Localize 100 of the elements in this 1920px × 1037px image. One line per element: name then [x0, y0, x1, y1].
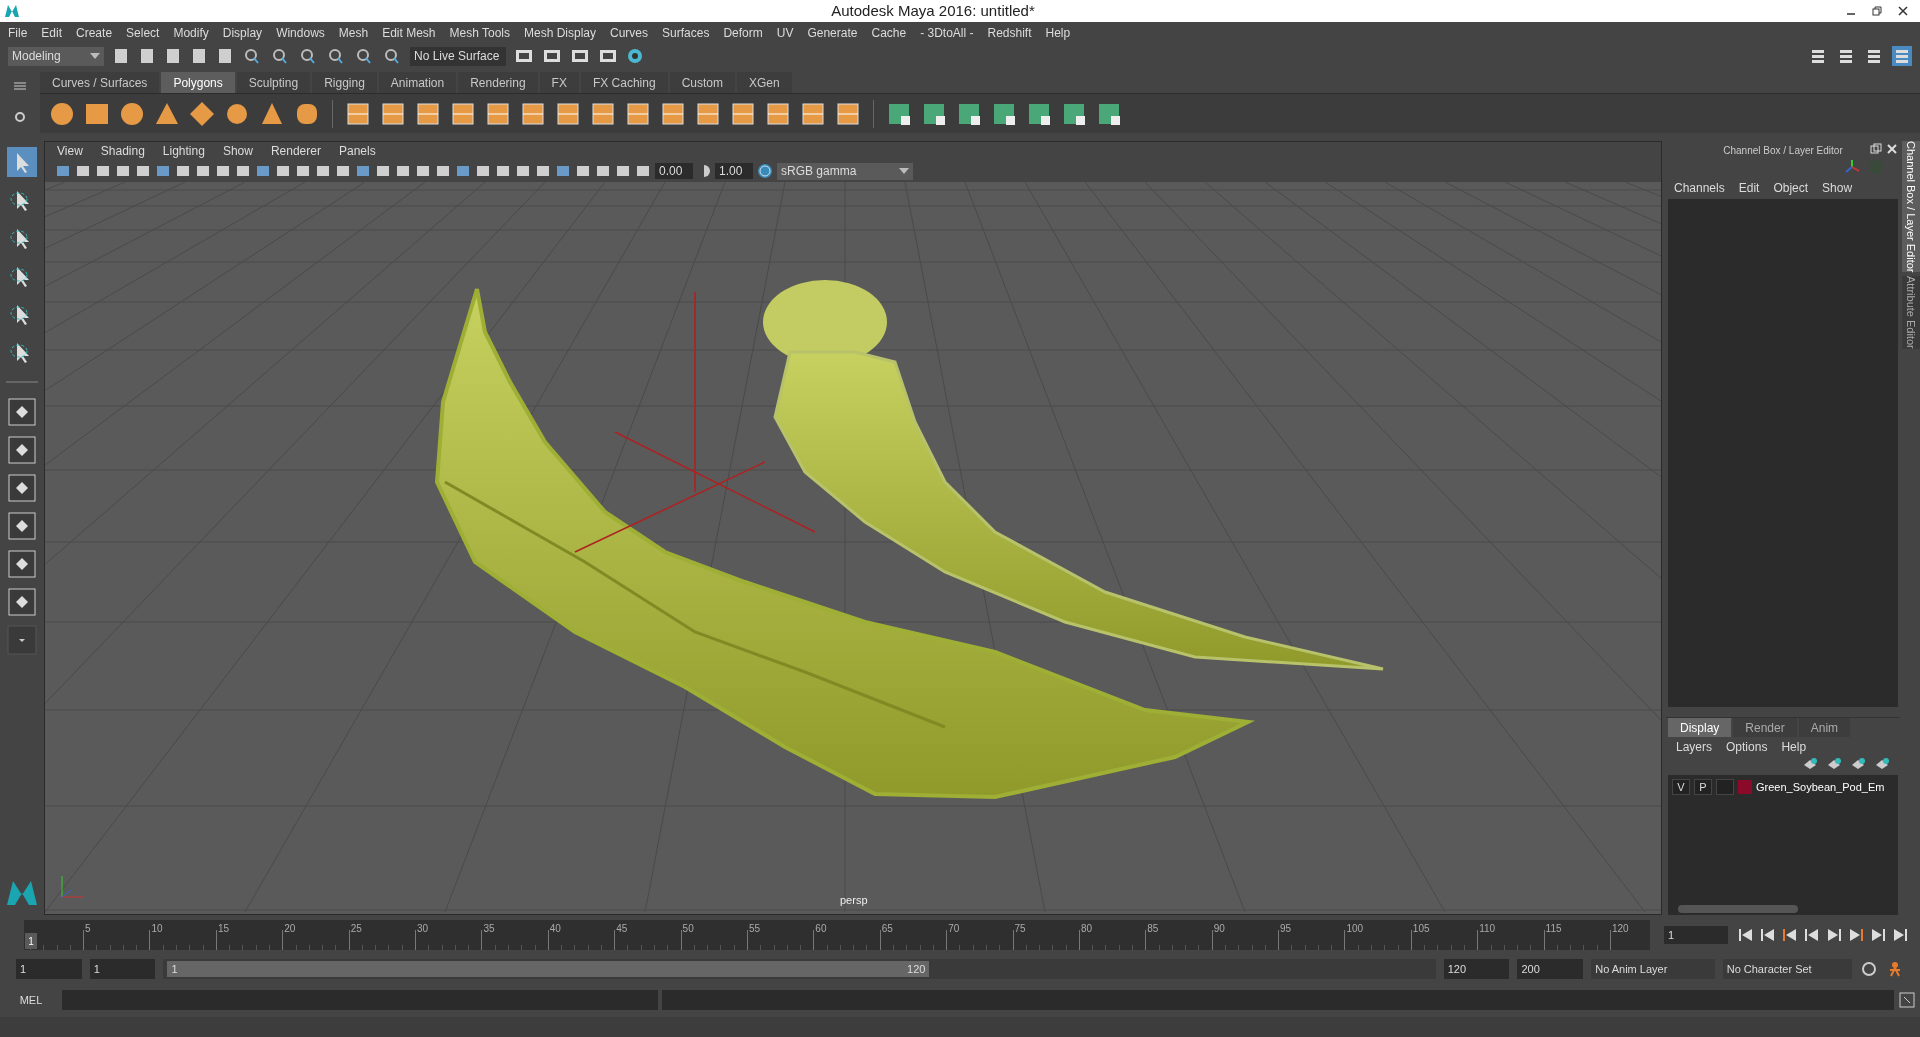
menu-item[interactable]: Mesh: [338, 23, 369, 42]
mode-dropdown[interactable]: Modeling: [8, 46, 104, 66]
playback-toggle[interactable]: P: [1694, 779, 1712, 796]
menu-item[interactable]: Modify: [173, 23, 209, 42]
visibility-toggle[interactable]: V: [1672, 779, 1690, 796]
command-language-label[interactable]: MEL: [4, 991, 58, 1009]
panel-tool-icon[interactable]: [155, 163, 171, 179]
menu-item[interactable]: Edit Mesh: [382, 23, 436, 42]
shelf-tab[interactable]: Sculpting: [236, 72, 311, 93]
menu-item[interactable]: File: [8, 23, 28, 42]
panel-menu-item[interactable]: Layers: [1676, 738, 1713, 756]
layer-down-icon[interactable]: [1826, 757, 1842, 771]
panel-tool-icon[interactable]: [135, 163, 151, 179]
panel-tool-icon[interactable]: [375, 163, 391, 179]
layer-name[interactable]: Green_Soybean_Pod_Em: [1756, 779, 1885, 796]
panel-tool-icon[interactable]: [95, 163, 111, 179]
new-layer-selected-icon[interactable]: [1874, 757, 1890, 771]
panel-menu-item[interactable]: Lighting: [162, 142, 205, 160]
step-back-key-icon[interactable]: [1760, 928, 1776, 942]
menu-item[interactable]: UV: [776, 23, 794, 42]
menu-item[interactable]: Deform: [723, 23, 763, 42]
menu-item[interactable]: Help: [1045, 23, 1071, 42]
panel-menu-item[interactable]: Channels: [1674, 179, 1725, 197]
settings-icon[interactable]: [14, 110, 26, 123]
panel-menu-item[interactable]: Show: [222, 142, 253, 160]
panel-tool-icon[interactable]: [475, 163, 491, 179]
panel-tool-icon[interactable]: [315, 163, 331, 179]
float-panel-icon[interactable]: [1870, 143, 1882, 155]
panel-menu-item[interactable]: Renderer: [270, 142, 321, 160]
menu-item[interactable]: Create: [76, 23, 113, 42]
step-forward-frame-icon[interactable]: [1848, 928, 1864, 942]
panel-tool-icon[interactable]: [275, 163, 291, 179]
shelf-tab[interactable]: Curves / Surfaces: [40, 72, 160, 93]
reference-toggle[interactable]: [1716, 779, 1734, 796]
shelf-tab[interactable]: FX: [539, 72, 579, 93]
range-slider[interactable]: 1 120: [163, 959, 1436, 979]
panel-menu-item[interactable]: Show: [1822, 179, 1853, 197]
shelf-tab[interactable]: FX Caching: [580, 72, 668, 93]
panel-menu-item[interactable]: Shading: [100, 142, 145, 160]
panel-tool-icon[interactable]: [555, 163, 571, 179]
panel-tool-icon[interactable]: [455, 163, 471, 179]
side-tab[interactable]: Channel Box / Layer Editor: [1902, 141, 1920, 273]
shelf-tab[interactable]: Polygons: [161, 72, 235, 93]
play-backward-icon[interactable]: [1804, 928, 1820, 942]
shelf-tab[interactable]: Rigging: [312, 72, 377, 93]
gamma-field[interactable]: 1.00: [715, 163, 753, 179]
shelf-tab[interactable]: Rendering: [458, 72, 538, 93]
plane-icon[interactable]: [188, 99, 216, 128]
menu-item[interactable]: Curves: [610, 23, 649, 42]
menu-item[interactable]: Select: [126, 23, 160, 42]
live-surface-field[interactable]: No Live Surface: [410, 46, 506, 66]
time-slider[interactable]: 1 5 10 15 20 25 30 35 40 45 50 55 60 65 70 75 80 85 90 95 100 105 110 115 120: [24, 920, 1650, 950]
panel-tool-icon[interactable]: [175, 163, 191, 179]
menu-item[interactable]: Windows: [276, 23, 325, 42]
panel-menu-item[interactable]: Help: [1781, 738, 1807, 756]
menu-item[interactable]: - 3DtoAll -: [920, 23, 974, 42]
menu-item[interactable]: Redshift: [987, 23, 1032, 42]
panel-tool-icon[interactable]: [615, 163, 631, 179]
layer-up-icon[interactable]: [1802, 757, 1818, 771]
play-forward-icon[interactable]: [1826, 928, 1842, 942]
end-time-field[interactable]: 200: [1517, 959, 1584, 979]
panel-tool-icon[interactable]: [215, 163, 231, 179]
menu-item[interactable]: Generate: [807, 23, 858, 42]
panel-tool-icon[interactable]: [435, 163, 451, 179]
color-management-icon[interactable]: [757, 163, 773, 179]
color-space-dropdown[interactable]: sRGB gamma: [777, 162, 913, 180]
menu-item[interactable]: Mesh Tools: [449, 23, 510, 42]
panel-menu-item[interactable]: Options: [1726, 738, 1768, 756]
panel-tool-icon[interactable]: [535, 163, 551, 179]
panel-tool-icon[interactable]: [335, 163, 351, 179]
panel-tool-icon[interactable]: [115, 163, 131, 179]
panel-tool-icon[interactable]: [355, 163, 371, 179]
panel-tool-icon[interactable]: [415, 163, 431, 179]
menu-item[interactable]: Surfaces: [662, 23, 710, 42]
menu-item[interactable]: Mesh Display: [524, 23, 597, 42]
panel-tool-icon[interactable]: [55, 163, 71, 179]
layer-tab[interactable]: Display: [1668, 718, 1732, 737]
panel-tool-icon[interactable]: [395, 163, 411, 179]
panel-tool-icon[interactable]: [575, 163, 591, 179]
step-back-frame-icon[interactable]: [1782, 928, 1798, 942]
side-tab[interactable]: Attribute Editor: [1902, 276, 1920, 350]
panel-menu-item[interactable]: Panels: [338, 142, 376, 160]
hypershade-icon[interactable]: [626, 47, 644, 65]
layer-tab[interactable]: Render: [1733, 718, 1797, 737]
character-set-dropdown[interactable]: No Character Set: [1722, 959, 1853, 979]
menu-item[interactable]: Edit: [41, 23, 63, 42]
panel-tool-icon[interactable]: [635, 163, 651, 179]
menu-icon[interactable]: [14, 81, 26, 90]
playback-end-field[interactable]: 120: [1443, 959, 1510, 979]
go-to-start-icon[interactable]: [1738, 928, 1754, 942]
panel-tool-icon[interactable]: [595, 163, 611, 179]
panel-tool-icon[interactable]: [75, 163, 91, 179]
current-frame-marker[interactable]: 1: [25, 933, 37, 949]
panel-tool-icon[interactable]: [235, 163, 251, 179]
panel-tool-icon[interactable]: [295, 163, 311, 179]
horizontal-scrollbar[interactable]: [1678, 905, 1798, 913]
new-file-icon[interactable]: [112, 47, 130, 65]
layer-color-swatch[interactable]: [1738, 780, 1752, 795]
new-layer-icon[interactable]: [1850, 757, 1866, 771]
menu-item[interactable]: Display: [222, 23, 263, 42]
